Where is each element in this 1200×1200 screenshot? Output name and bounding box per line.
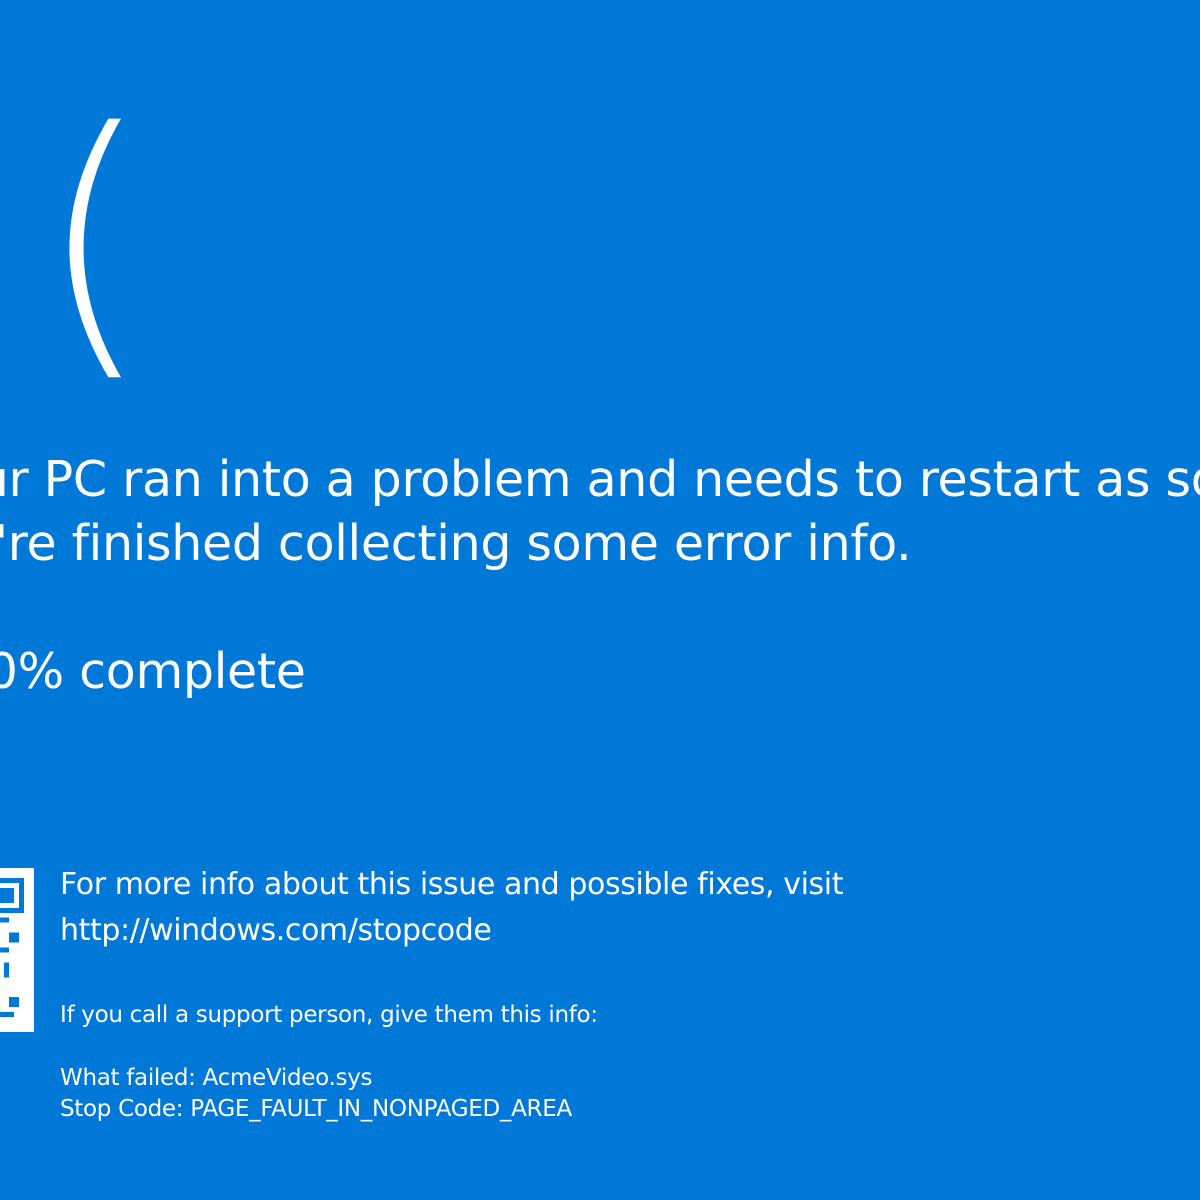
error-message: Your PC ran into a problem and needs to …: [0, 448, 1200, 576]
more-info-text: For more info about this issue and possi…: [60, 867, 844, 902]
what-failed-value: AcmeVideo.sys: [202, 1065, 373, 1091]
error-details: What failed: AcmeVideo.sys Stop Code: PA…: [60, 1063, 572, 1125]
sad-face-emoticon: :(: [0, 71, 151, 408]
stopcode-url: http://windows.com/stopcode: [60, 913, 492, 948]
blue-screen: :( Your PC ran into a problem and needs …: [0, 0, 1200, 1200]
stop-code-value: PAGE_FAULT_IN_NONPAGED_AREA: [190, 1096, 572, 1122]
qr-code-icon: [0, 868, 34, 1032]
what-failed-row: What failed: AcmeVideo.sys: [60, 1063, 572, 1094]
stop-code-row: Stop Code: PAGE_FAULT_IN_NONPAGED_AREA: [60, 1094, 572, 1125]
what-failed-label: What failed:: [60, 1065, 196, 1091]
more-info-block: For more info about this issue and possi…: [60, 862, 843, 954]
error-message-line-1: Your PC ran into a problem and needs to …: [0, 451, 1200, 508]
progress-text: 100% complete: [0, 643, 306, 700]
error-message-line-2: we're finished collecting some error inf…: [0, 515, 912, 572]
support-info-text: If you call a support person, give them …: [60, 1002, 598, 1028]
stop-code-label: Stop Code:: [60, 1096, 184, 1122]
